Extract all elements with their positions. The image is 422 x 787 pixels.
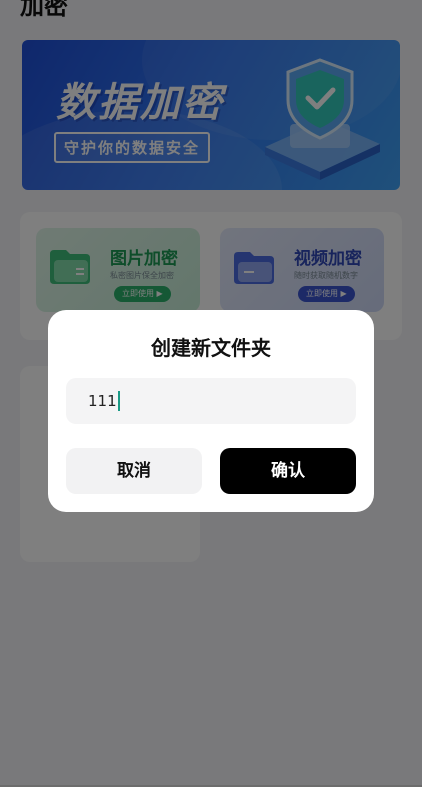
folder-name-value: 111: [88, 392, 117, 410]
confirm-button[interactable]: 确认: [220, 448, 356, 494]
folder-name-input[interactable]: 111: [66, 378, 356, 424]
cancel-button[interactable]: 取消: [66, 448, 202, 494]
dialog-title: 创建新文件夹: [151, 336, 271, 360]
create-folder-dialog: 创建新文件夹 111 取消 确认: [48, 310, 374, 512]
text-caret: [117, 391, 120, 411]
